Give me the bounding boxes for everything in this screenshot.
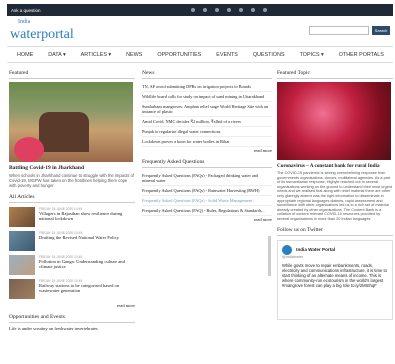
nav-news[interactable]: NEWS [126, 52, 142, 58]
list-item[interactable]: Frequently Asked Questions (FAQs) - Pack… [142, 171, 272, 186]
nav-questions[interactable]: QUESTIONS [253, 52, 285, 58]
opportunity-item[interactable]: Life is under scrutiny on freshwater inv… [9, 326, 135, 331]
avatar [282, 244, 292, 255]
twitter-icon[interactable] [202, 8, 207, 12]
list-item[interactable]: Amid Covid, NMC decides ₹2 million, ₹xlh… [142, 117, 272, 127]
logo-line2: waterportal [10, 27, 74, 42]
logo-line1: India [18, 19, 31, 25]
faq-heading: Frequently Asked Questions [142, 159, 272, 168]
list-item[interactable]: FRIDAY 15 JUNE 2020 10:45 Pollution in Ga… [9, 255, 135, 275]
nav-other-portals[interactable]: OTHER PORTALS [339, 52, 384, 58]
site-logo[interactable]: India waterportal [10, 19, 74, 43]
article-thumbnail [9, 255, 35, 275]
nav-topics[interactable]: TOPICS ▾ [300, 52, 324, 58]
left-column: Featured Battling Covid-19 in Jharkhand … [9, 70, 135, 331]
tweet-body: While govts move to repair embankments, … [282, 262, 387, 289]
article-thumbnail [9, 279, 35, 299]
list-item[interactable]: Wildlife board calls for study on impact… [142, 92, 272, 102]
facebook-icon[interactable] [190, 8, 195, 12]
nav-data[interactable]: DATA ▾ [48, 52, 65, 58]
article-title[interactable]: Railway stations to be categorised based… [39, 283, 135, 293]
youtube-icon[interactable] [238, 8, 243, 12]
featured-image[interactable] [9, 82, 133, 162]
list-item[interactable]: Lockdown proves a boon for water bodies … [142, 137, 272, 147]
news-heading: News [142, 70, 272, 79]
articles-read-more[interactable]: read more [9, 303, 135, 308]
nav-events[interactable]: EVENTS [216, 52, 238, 58]
site-header: India waterportal Search [7, 16, 393, 44]
search-input[interactable] [309, 26, 369, 35]
email-icon[interactable] [262, 8, 267, 12]
list-item[interactable]: FRIDAY 15 JUNE 2020 10:45 Railway station… [9, 279, 135, 299]
nav-articles[interactable]: ARTICLES ▾ [81, 52, 111, 58]
linkedin-icon[interactable] [226, 8, 231, 12]
faq-read-more[interactable]: read more [142, 217, 272, 222]
list-item[interactable]: Frequently Asked Questions (FAQs) - Rain… [142, 186, 272, 196]
search-button[interactable]: Search [372, 26, 390, 35]
main-nav: HOME DATA ▾ ARTICLES ▾ NEWS OPPORTUNITIE… [7, 46, 393, 63]
list-item[interactable]: TN, AP avoid submitting DPRs on irrigati… [142, 82, 272, 92]
tweet-author[interactable]: India Water Portal [296, 247, 335, 252]
featured-topic-title[interactable]: Coronavirus – A constant bank for rural … [277, 163, 393, 169]
ask-question-link[interactable]: Ask a question [11, 8, 41, 13]
article-title[interactable]: Drafting the Revised National Water Poli… [39, 235, 119, 240]
article-title[interactable]: Villagers in Rajasthan show resilience d… [39, 211, 135, 221]
nav-opportunities[interactable]: OPPORTUNITIES [157, 52, 201, 58]
featured-heading: Featured [9, 70, 135, 79]
social-icons [190, 8, 267, 12]
featured-topic-heading: Featured Topic [277, 70, 393, 79]
featured-topic-description: The COVID-19 pandemic is seeing overwhel… [277, 171, 393, 221]
twitter-heading: Follow us on Twitter [277, 227, 393, 236]
articles-heading: All Articles [9, 194, 135, 203]
list-item[interactable]: Frequently Asked Questions (FAQs) - Soli… [142, 196, 272, 206]
featured-topic-image[interactable] [277, 82, 391, 160]
news-read-more[interactable]: read more [142, 148, 272, 153]
list-item[interactable]: FRIDAY 15 JUNE 2020 10:45 Drafting the Re… [9, 231, 135, 251]
tweet-handle: @indiawater [282, 254, 304, 259]
instagram-icon[interactable] [214, 8, 219, 12]
faq-scrollbar[interactable] [268, 236, 271, 276]
rss-icon[interactable] [250, 8, 255, 12]
list-item[interactable]: Sundarbans mangroves: Amphan relief stag… [142, 102, 272, 117]
article-thumbnail [9, 207, 35, 227]
middle-column: News TN, AP avoid submitting DPRs on irr… [142, 70, 272, 222]
list-item[interactable]: FRIDAY 15 JUNE 2020 14:45 Villagers in Ra… [9, 207, 135, 227]
right-column: Featured Topic Coronavirus – A constant … [277, 70, 393, 320]
top-bar: Ask a question [7, 4, 393, 16]
article-thumbnail [9, 231, 35, 251]
tweet-card[interactable]: India Water Portal @indiawater While gov… [277, 239, 393, 320]
nav-home[interactable]: HOME [17, 52, 33, 58]
articles-list: FRIDAY 15 JUNE 2020 14:45 Villagers in Ra… [9, 207, 135, 299]
featured-description: When schools in Jharkhand continue to st… [9, 173, 134, 188]
featured-title[interactable]: Battling Covid-19 in Jharkhand [9, 165, 135, 171]
article-title[interactable]: Pollution in Ganga: Understanding cultur… [39, 259, 135, 269]
list-item[interactable]: Punjab to regularise illegal water conne… [142, 127, 272, 137]
list-item[interactable]: Frequently Asked Questions (FAQ) - Rules… [142, 206, 272, 216]
opportunities-heading: Opportunities and Events [9, 314, 135, 323]
